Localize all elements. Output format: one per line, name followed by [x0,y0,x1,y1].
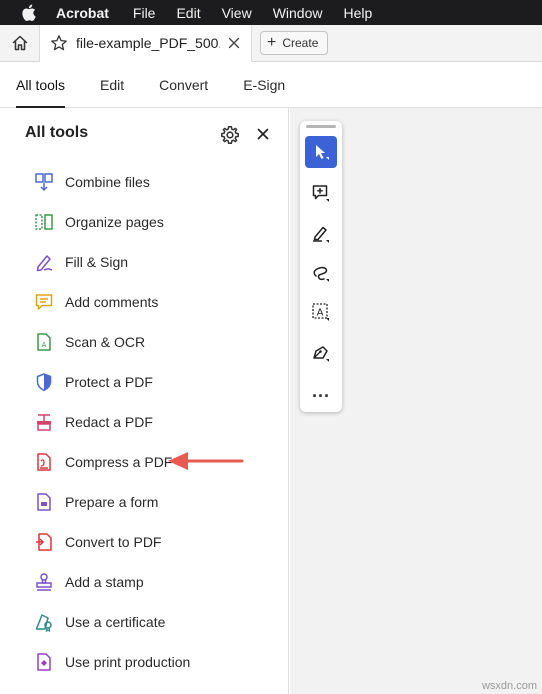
fill-sign-icon [34,252,54,272]
stamp-icon [34,572,54,592]
menu-help[interactable]: Help [343,5,372,21]
plus-icon: + [267,34,277,51]
tool-label: Prepare a form [65,494,159,510]
create-label: Create [282,36,319,50]
create-button[interactable]: + Create [260,31,329,55]
organize-pages-icon [34,212,54,232]
home-button[interactable] [0,24,40,62]
tool-list: Combine files Organize pages Fill & Sign… [0,162,289,682]
main-nav: All tools Edit Convert E-Sign [0,62,542,108]
text-box-icon: A [312,303,329,321]
tab-e-sign[interactable]: E-Sign [243,62,285,107]
certificate-icon [34,612,54,632]
toolbar-drag-handle[interactable] [306,125,336,128]
tool-convert-pdf[interactable]: Convert to PDF [0,522,289,562]
highlight-tool-button[interactable] [305,218,337,250]
tool-label: Convert to PDF [65,534,162,550]
sign-icon [313,346,329,362]
prepare-form-icon [34,492,54,512]
tool-redact-pdf[interactable]: Redact a PDF [0,402,289,442]
tool-add-stamp[interactable]: Add a stamp [0,562,289,602]
tab-edit[interactable]: Edit [100,62,124,107]
tool-label: Redact a PDF [65,414,153,430]
add-comment-tool-button[interactable] [305,177,337,209]
tool-label: Fill & Sign [65,254,129,270]
tool-label: Add comments [65,294,159,310]
document-tab-title: file-example_PDF_500... [76,35,220,51]
menu-app-acrobat[interactable]: Acrobat [56,5,109,21]
tab-all-tools[interactable]: All tools [16,62,66,108]
close-tab-icon[interactable] [226,35,242,51]
star-icon[interactable] [50,34,68,52]
document-tab-bar: file-example_PDF_500... + Create [0,24,542,62]
select-cursor-icon [316,145,329,160]
highlight-pen-icon [313,226,329,243]
more-tools-button[interactable]: ... [305,379,337,403]
panel-title: All tools [25,124,89,141]
tool-protect-pdf[interactable]: Protect a PDF [0,362,289,402]
tool-label: Protect a PDF [65,374,153,390]
tool-add-comments[interactable]: Add comments [0,282,289,322]
tool-use-certificate[interactable]: Use a certificate [0,602,289,642]
draw-tool-button[interactable] [305,257,337,289]
redact-pdf-icon [34,412,54,432]
annotation-arrow-icon [168,452,244,470]
select-tool-button[interactable] [305,136,337,168]
add-comment-icon [312,185,329,202]
menu-view[interactable]: View [222,5,252,21]
macos-menubar: Acrobat File Edit View Window Help [0,0,542,25]
tab-convert[interactable]: Convert [159,62,208,107]
all-tools-panel: All tools Combine files Organize pages F… [0,108,289,694]
menu-edit[interactable]: Edit [176,5,200,21]
tool-label: Use print production [65,654,191,670]
scan-ocr-icon: A [34,332,54,352]
sign-tool-button[interactable] [305,337,337,369]
tool-label: Organize pages [65,214,164,230]
document-tab[interactable]: file-example_PDF_500... [40,24,252,62]
quick-tools-toolbar: A ... [300,121,342,412]
tool-label: Scan & OCR [65,334,146,350]
text-box-tool-button[interactable]: A [305,296,337,328]
tool-label: Compress a PDF [65,454,173,470]
convert-pdf-icon [34,532,54,552]
tool-compress-pdf[interactable]: Compress a PDF [0,442,289,482]
tool-combine-files[interactable]: Combine files [0,162,289,202]
tool-organize-pages[interactable]: Organize pages [0,202,289,242]
compress-pdf-icon [34,452,54,472]
protect-pdf-icon [34,372,54,392]
tool-label: Add a stamp [65,574,144,590]
gear-icon[interactable] [219,124,241,146]
svg-text:A: A [317,308,324,319]
watermark: wsxdn.com [481,680,537,692]
tool-prepare-form[interactable]: Prepare a form [0,482,289,522]
close-panel-icon[interactable] [254,125,272,143]
tool-print-production[interactable]: Use print production [0,642,289,682]
apple-logo-icon[interactable] [20,4,36,22]
combine-files-icon [34,172,54,192]
add-comments-icon [34,292,54,312]
draw-freehand-icon [313,266,329,282]
tool-scan-ocr[interactable]: A Scan & OCR [0,322,289,362]
home-icon [12,35,27,51]
print-production-icon [34,652,54,672]
menu-file[interactable]: File [133,5,156,21]
menu-window[interactable]: Window [273,5,323,21]
svg-text:A: A [42,341,47,349]
tool-label: Use a certificate [65,614,166,630]
tool-label: Combine files [65,174,150,190]
tool-fill-sign[interactable]: Fill & Sign [0,242,289,282]
